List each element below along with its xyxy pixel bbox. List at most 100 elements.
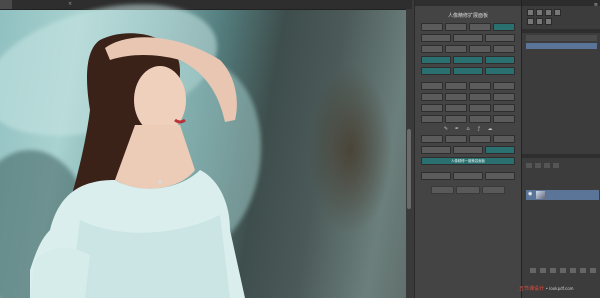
plugin-button-teal[interactable] <box>421 67 451 75</box>
button-row-11 <box>415 146 521 154</box>
swatch[interactable] <box>545 9 552 16</box>
plugin-button-teal[interactable] <box>485 67 515 75</box>
watermark: 五节课设计 • lookpdf.com <box>519 285 574 292</box>
plugin-button[interactable] <box>421 104 443 112</box>
watermark-site: • lookpdf.com <box>545 286 574 291</box>
plugin-button[interactable] <box>421 146 451 154</box>
plugin-button[interactable] <box>421 45 443 53</box>
one-click-beauty-button[interactable]: 人像精修一键美容面板 <box>421 157 515 165</box>
plugin-button[interactable] <box>445 115 467 123</box>
folder-icon[interactable] <box>570 268 576 273</box>
faded-button[interactable] <box>431 186 455 194</box>
filter-icon[interactable] <box>526 163 532 168</box>
layer-thumbnail <box>536 191 545 199</box>
dock-header: ≡ <box>522 0 600 8</box>
stamp-icon[interactable]: ⌂ <box>465 126 471 132</box>
canvas-vertical-scrollbar[interactable] <box>406 9 412 298</box>
plugin-button-teal[interactable] <box>453 56 483 64</box>
document-canvas[interactable]: × <box>0 0 412 298</box>
swatch[interactable] <box>554 9 561 16</box>
fx-icon[interactable]: ƒ <box>476 126 482 132</box>
plugin-button[interactable] <box>445 135 467 143</box>
plugin-button[interactable] <box>445 104 467 112</box>
layer-row-background[interactable]: ◉ <box>526 190 599 200</box>
watermark-brand: 五节课设计 <box>519 286 545 292</box>
adjustment-icon[interactable] <box>560 268 566 273</box>
right-dock: ≡ ◉ <box>521 0 600 298</box>
plugin-button[interactable] <box>421 172 451 180</box>
faded-button[interactable] <box>456 186 480 194</box>
new-layer-icon[interactable] <box>580 268 586 273</box>
plugin-button-teal[interactable] <box>421 56 451 64</box>
plugin-button[interactable] <box>493 45 515 53</box>
plugin-button[interactable] <box>469 104 491 112</box>
button-row-13 <box>415 172 521 180</box>
history-item[interactable] <box>526 35 597 41</box>
plugin-button-active[interactable] <box>493 23 515 31</box>
button-row-9 <box>415 115 521 123</box>
plugin-button[interactable] <box>421 93 443 101</box>
plugin-button[interactable] <box>469 115 491 123</box>
document-tab[interactable] <box>0 0 12 9</box>
plugin-button[interactable] <box>421 34 451 42</box>
close-icon[interactable]: × <box>68 1 72 7</box>
plugin-button[interactable] <box>485 34 515 42</box>
swatch[interactable] <box>527 9 534 16</box>
plugin-button[interactable] <box>493 115 515 123</box>
brush-icon[interactable]: ✎ <box>443 126 449 132</box>
layer-bottom-toolbar <box>530 268 596 273</box>
link-icon[interactable] <box>530 268 536 273</box>
faded-button-row <box>415 186 521 194</box>
plugin-button[interactable] <box>493 82 515 90</box>
button-row-6 <box>415 82 521 90</box>
plugin-button[interactable] <box>469 135 491 143</box>
cloud-icon[interactable]: ☁ <box>487 126 493 132</box>
faded-button[interactable] <box>481 186 505 194</box>
fx-icon[interactable] <box>540 268 546 273</box>
plugin-button[interactable] <box>453 172 483 180</box>
swatch[interactable] <box>545 18 552 25</box>
plugin-button[interactable] <box>469 45 491 53</box>
history-item-selected[interactable] <box>526 43 597 49</box>
document-tab-strip: × <box>0 0 412 10</box>
swatch[interactable] <box>536 9 543 16</box>
plugin-button[interactable] <box>493 93 515 101</box>
filter-icon[interactable] <box>544 163 550 168</box>
plugin-button[interactable] <box>445 82 467 90</box>
button-row-10 <box>415 135 521 143</box>
plugin-button[interactable] <box>469 93 491 101</box>
pen-icon[interactable]: ✒ <box>454 126 460 132</box>
panel-menu-icon[interactable]: ≡ <box>594 2 598 8</box>
plugin-button[interactable] <box>445 23 467 31</box>
plugin-button[interactable] <box>445 93 467 101</box>
button-row-7 <box>415 93 521 101</box>
trash-icon[interactable] <box>590 268 596 273</box>
plugin-button[interactable] <box>421 82 443 90</box>
plugin-button[interactable] <box>445 45 467 53</box>
divider <box>522 154 600 158</box>
plugin-button-teal[interactable] <box>453 67 483 75</box>
plugin-button-teal[interactable] <box>485 146 515 154</box>
filter-icon[interactable] <box>553 163 559 168</box>
plugin-button[interactable] <box>421 115 443 123</box>
plugin-button[interactable] <box>453 34 483 42</box>
mask-icon[interactable] <box>550 268 556 273</box>
plugin-button[interactable] <box>493 135 515 143</box>
plugin-button-teal[interactable] <box>485 56 515 64</box>
plugin-button[interactable] <box>493 104 515 112</box>
plugin-button[interactable] <box>421 23 443 31</box>
swatch[interactable] <box>536 18 543 25</box>
plugin-button[interactable] <box>485 172 515 180</box>
swatch[interactable] <box>527 18 534 25</box>
eye-icon[interactable]: ◉ <box>528 192 533 197</box>
filter-icon[interactable] <box>535 163 541 168</box>
plugin-button[interactable] <box>421 135 443 143</box>
necklace-pendant <box>158 180 162 184</box>
scrollbar-thumb[interactable] <box>407 129 411 209</box>
plugin-button[interactable] <box>453 146 483 154</box>
layer-filter-tools <box>522 163 600 168</box>
retouch-plugin-panel: 人像精修扩展面板 ✎ ✒ ⌂ ƒ ☁ 人像精修一键美容面板 <box>414 0 521 298</box>
plugin-button[interactable] <box>469 23 491 31</box>
button-row-4 <box>415 56 521 64</box>
plugin-button[interactable] <box>469 82 491 90</box>
